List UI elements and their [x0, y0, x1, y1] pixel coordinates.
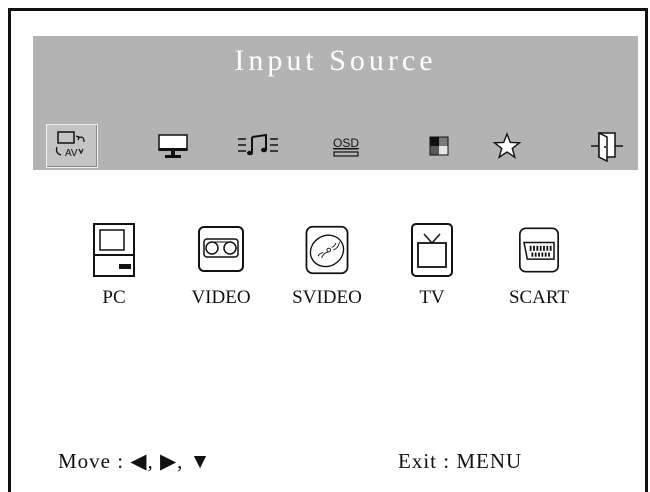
svideo-icon — [302, 221, 352, 279]
source-option-tv[interactable]: TV — [384, 221, 480, 321]
osd-icon-label: OSD — [333, 136, 359, 150]
audio-icon[interactable] — [232, 124, 284, 168]
source-label-svideo: SVIDEO — [292, 287, 362, 308]
source-option-scart[interactable]: SCART — [491, 221, 587, 321]
scart-icon — [514, 221, 564, 279]
source-label-tv: TV — [419, 287, 445, 308]
tv-icon — [407, 221, 457, 279]
osd-icon[interactable]: OSD — [320, 124, 372, 168]
exit-door-icon[interactable] — [581, 124, 633, 168]
menu-bar: Input Source AV OSD — [33, 36, 638, 170]
pc-icon — [89, 221, 139, 279]
source-option-pc[interactable]: PC — [66, 221, 162, 321]
move-hint: Move : ◀, ▶, ▼ — [58, 449, 212, 473]
favorite-icon[interactable] — [481, 124, 533, 168]
input-source-icon[interactable]: AV — [46, 124, 98, 168]
menu-title: Input Source — [234, 44, 437, 77]
video-icon — [196, 221, 246, 279]
source-option-video[interactable]: VIDEO — [173, 221, 269, 321]
source-label-video: VIDEO — [191, 287, 251, 308]
exit-hint: Exit : MENU — [398, 449, 523, 473]
color-icon[interactable] — [413, 124, 465, 168]
source-label-scart: SCART — [508, 287, 570, 308]
svg-text:AV: AV — [65, 148, 78, 159]
source-label-pc: PC — [102, 287, 126, 308]
picture-icon[interactable] — [147, 124, 199, 168]
source-option-svideo[interactable]: SVIDEO — [279, 221, 375, 321]
